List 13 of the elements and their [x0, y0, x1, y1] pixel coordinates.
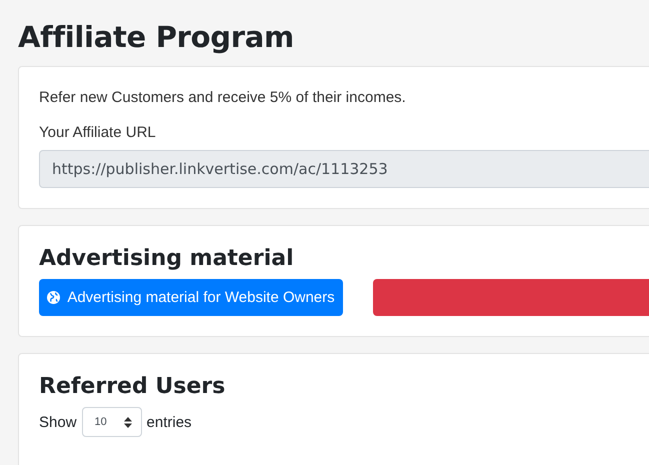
show-label: Show	[39, 414, 77, 430]
description-text: Refer new Customers and receive 5% of their incomes.	[39, 89, 407, 106]
section-title: Advertising material	[39, 245, 295, 273]
page-title: Affiliate Program	[18, 19, 295, 56]
url-field[interactable]: https://publisher.linkvertise.com/ac/1113253	[39, 150, 649, 188]
url-label: Your Affiliate URL	[39, 124, 157, 141]
globe-icon	[47, 291, 60, 304]
section-title: Referred Users	[39, 373, 226, 401]
material-button[interactable]	[373, 279, 649, 316]
page-size-select[interactable]: 10	[82, 407, 142, 437]
material-button[interactable]: Advertising material for Website Owners	[39, 279, 343, 316]
sort-caret-icon	[124, 416, 132, 428]
entries-label: entries	[146, 414, 192, 430]
